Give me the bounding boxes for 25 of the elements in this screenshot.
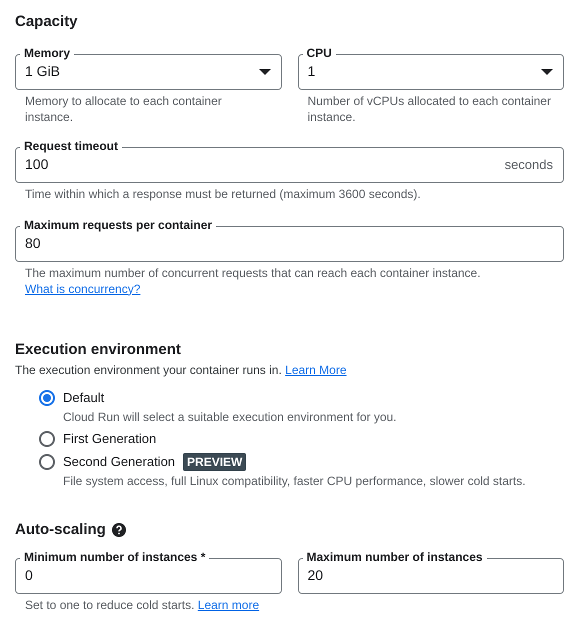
option-description: Cloud Run will select a suitable execution environment for you. bbox=[63, 409, 397, 425]
help-icon[interactable] bbox=[112, 523, 126, 538]
radio-button[interactable] bbox=[39, 454, 55, 470]
help-link[interactable]: What is concurrency? bbox=[25, 282, 140, 296]
learn-more-link[interactable]: Learn More bbox=[285, 363, 347, 377]
radio-label: Default bbox=[63, 389, 104, 407]
unit-suffix: seconds bbox=[504, 156, 553, 174]
dropdown-caret-icon bbox=[258, 68, 270, 74]
helper-text: The maximum number of concurrent requests that can reach each container instance. What is concurrency? bbox=[24, 264, 482, 296]
section-description: The execution environment your container runs in. Learn More bbox=[15, 362, 348, 379]
section-heading: Execution environment bbox=[15, 340, 182, 360]
dropdown-caret-icon bbox=[541, 68, 553, 74]
section-heading: Auto-scaling bbox=[15, 520, 106, 540]
preview-badge: PREVIEW bbox=[183, 453, 246, 471]
helper-text: Number of vCPUs allocated to each container instance. bbox=[306, 92, 552, 124]
radio-label: Second Generation bbox=[63, 453, 176, 471]
radio-label: First Generation bbox=[63, 430, 156, 448]
radio-button[interactable] bbox=[39, 431, 55, 447]
helper-text: Memory to allocate to each container instance. bbox=[24, 92, 223, 124]
help-link[interactable]: Learn more bbox=[198, 598, 260, 612]
helper-text: Time within which a response must be returned (maximum 3600 seconds). bbox=[24, 186, 422, 202]
option-description: File system access, full Linux compatibility, faster CPU performance, slower cold starts. bbox=[63, 473, 526, 489]
helper-text: Set to one to reduce cold starts. Learn more bbox=[24, 596, 260, 612]
section-heading: Capacity bbox=[15, 12, 79, 32]
radio-button[interactable] bbox=[39, 390, 55, 406]
